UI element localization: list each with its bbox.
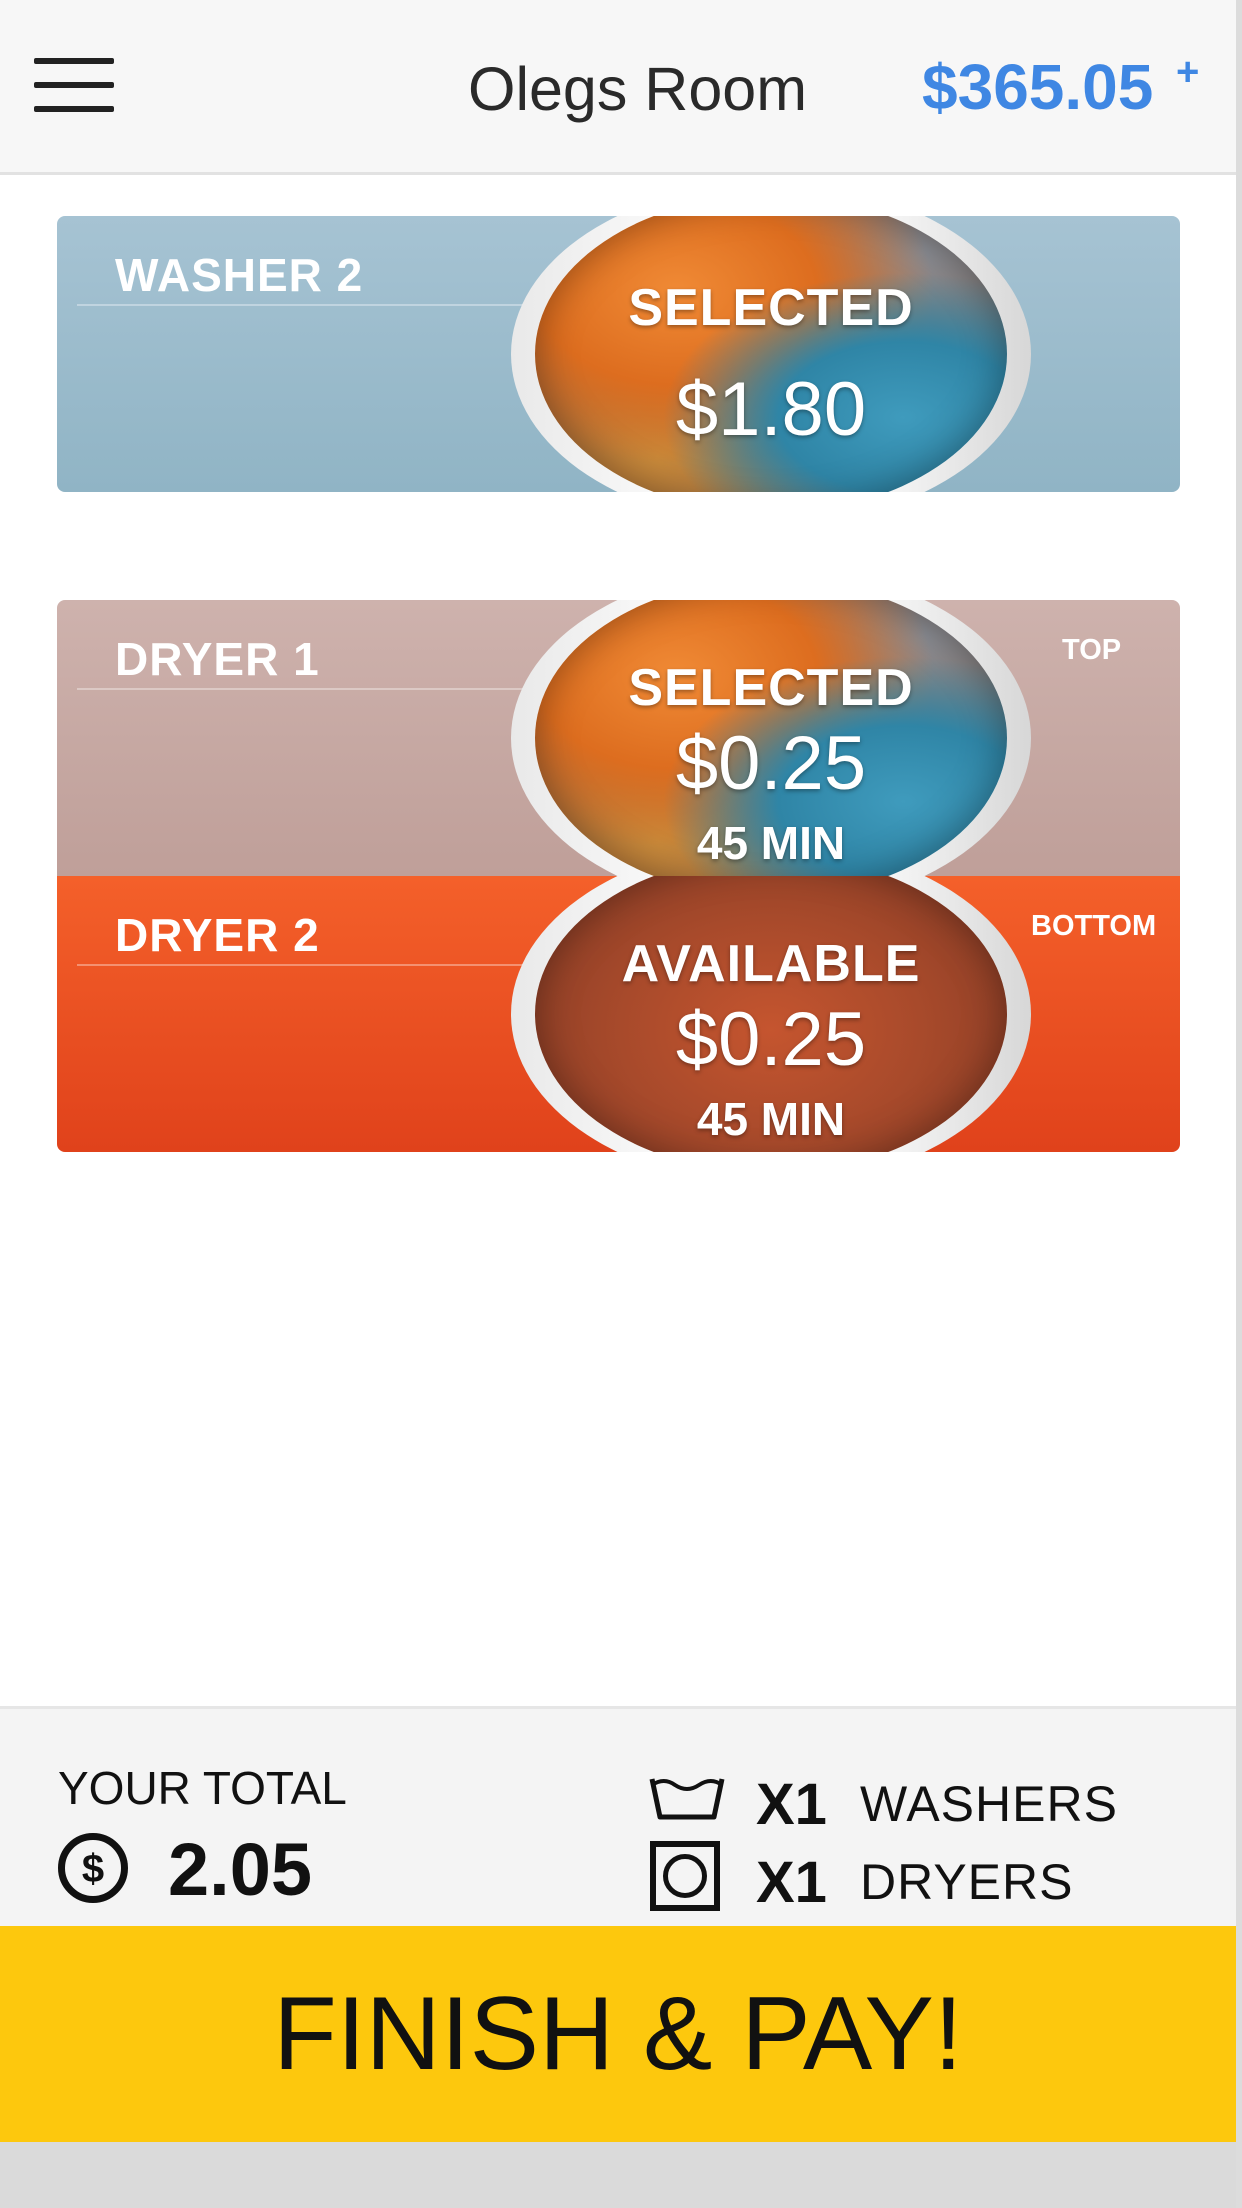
washers-quantity: X1	[756, 1772, 827, 1837]
machine-card-dryer-1[interactable]: DRYER 1 TOP SELECTED $0.25 45 MIN	[57, 600, 1180, 876]
divider	[77, 304, 567, 306]
machine-price: $0.25	[675, 721, 867, 806]
machine-position: TOP	[1062, 634, 1122, 666]
finish-and-pay-button[interactable]: FINISH & PAY!	[0, 1926, 1236, 2142]
machine-name: WASHER 2	[115, 249, 364, 301]
hamburger-menu-icon[interactable]	[34, 58, 116, 116]
total-label: YOUR TOTAL	[58, 1762, 347, 1814]
top-bar: Olegs Room $365.05 +	[0, 0, 1236, 175]
dryer-square-icon	[650, 1841, 720, 1911]
total-amount: 2.05	[168, 1828, 313, 1911]
machine-duration: 45 MIN	[696, 1093, 846, 1145]
account-balance[interactable]: $365.05	[922, 50, 1153, 124]
order-summary: YOUR TOTAL $ 2.05 X1 WASHERS X1 DRYERS	[0, 1706, 1236, 1929]
add-funds-button[interactable]: +	[1176, 50, 1199, 95]
machine-status: SELECTED	[628, 279, 914, 337]
screen-edge	[1236, 0, 1242, 2208]
machine-status: SELECTED	[628, 659, 914, 717]
bottom-strip	[0, 2142, 1236, 2208]
washers-label: WASHERS	[860, 1776, 1118, 1832]
machine-duration: 45 MIN	[696, 817, 846, 869]
divider	[77, 688, 567, 690]
machine-status: AVAILABLE	[621, 935, 921, 993]
menu-line	[34, 82, 114, 88]
machine-price: $0.25	[675, 997, 867, 1082]
dryers-quantity: X1	[756, 1850, 827, 1915]
machine-position: BOTTOM	[1031, 910, 1157, 942]
room-title: Olegs Room	[468, 55, 808, 123]
dollar-coin-icon: $	[58, 1833, 128, 1903]
wash-tub-icon	[649, 1778, 725, 1820]
divider	[77, 964, 567, 966]
menu-line	[34, 58, 114, 64]
machine-price: $1.80	[675, 367, 867, 452]
menu-line	[34, 106, 114, 112]
dryers-label: DRYERS	[860, 1854, 1074, 1910]
machine-card-dryer-2[interactable]: DRYER 2 BOTTOM AVAILABLE $0.25 45 MIN	[57, 876, 1180, 1152]
machine-card-washer-2[interactable]: WASHER 2 SELECTED $1.80	[57, 216, 1180, 492]
machine-name: DRYER 1	[115, 633, 320, 685]
machine-name: DRYER 2	[115, 909, 320, 961]
